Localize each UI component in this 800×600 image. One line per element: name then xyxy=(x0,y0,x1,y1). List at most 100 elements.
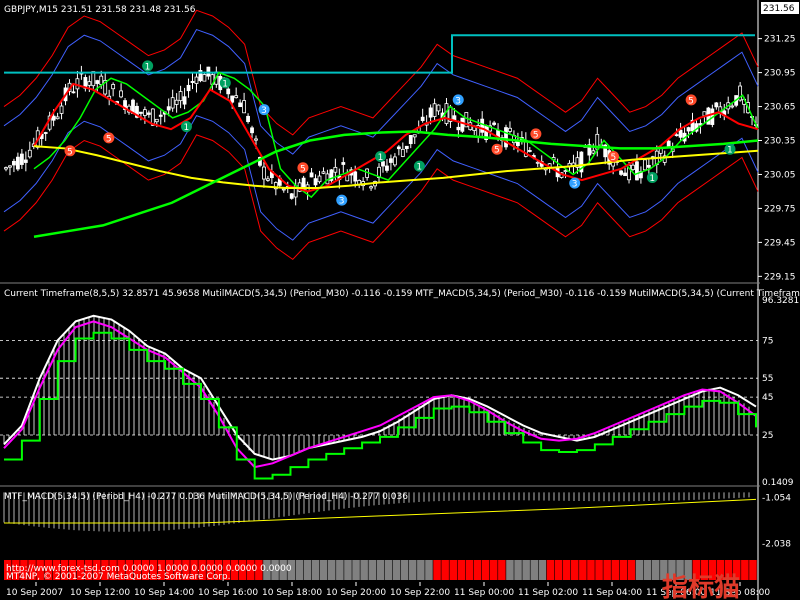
signal-number: 3 xyxy=(261,106,267,116)
osc-tick-label: 55 xyxy=(762,374,773,384)
strip-cell xyxy=(635,560,644,580)
candle-body xyxy=(16,156,20,170)
macd-tick-label: -2.038 xyxy=(762,540,791,550)
candle-body xyxy=(646,164,651,168)
candle-body xyxy=(631,164,635,171)
candle-body xyxy=(230,95,235,103)
candle-body xyxy=(428,107,433,118)
candle-body xyxy=(678,129,683,138)
candle-body xyxy=(166,106,171,111)
main-plot: 5 5 1 1 1 3 5 3 1 1 3 5 5 3 5 1 5 1 xyxy=(3,9,759,261)
candle-body xyxy=(238,102,243,108)
candle-body xyxy=(250,127,254,134)
candle-body xyxy=(527,150,532,152)
strip-cell xyxy=(360,560,368,580)
strip-cell xyxy=(368,560,376,580)
signal-number: 1 xyxy=(222,79,228,89)
strip-cell xyxy=(376,560,385,580)
strip-cell xyxy=(579,560,587,580)
candle-body xyxy=(111,84,116,90)
y-tick-label: 230.35 xyxy=(764,137,796,147)
x-tick-label: 10 Sep 20:00 xyxy=(326,588,386,598)
strip-cell xyxy=(465,560,474,580)
signal-number: 3 xyxy=(455,96,461,106)
strip-cell xyxy=(473,560,482,580)
x-axis: 10 Sep 2007 10 Sep 12:00 10 Sep 14:00 10 Se… xyxy=(6,582,770,598)
strip-cell xyxy=(595,560,603,580)
candle-body xyxy=(194,76,199,84)
strip-cell xyxy=(741,560,749,580)
strip-cell xyxy=(425,560,433,580)
candle-body xyxy=(535,161,540,164)
price-tag: 231.56 xyxy=(763,4,795,14)
strip-cell xyxy=(311,560,320,580)
candle-body xyxy=(174,99,179,105)
candle-body xyxy=(170,97,175,109)
strip-cell xyxy=(328,560,336,580)
candle-body xyxy=(714,102,719,108)
candle-body xyxy=(4,167,8,170)
candle-body xyxy=(12,160,16,166)
oscillator-y-axis: 96.3281 75 55 45 25 0.1409 xyxy=(762,296,799,488)
candle-body xyxy=(234,95,239,99)
y-tick-label: 229.75 xyxy=(764,204,796,214)
candle-body xyxy=(313,178,318,186)
candle-body xyxy=(420,116,425,121)
candle-body xyxy=(226,88,231,95)
candle-body xyxy=(674,134,679,137)
strip-cell xyxy=(490,560,498,580)
osc-green-step xyxy=(4,331,757,480)
x-tick-label: 10 Sep 16:00 xyxy=(198,588,258,598)
strip-cell xyxy=(587,560,595,580)
candle-body xyxy=(341,162,346,165)
strip-cell xyxy=(749,560,757,580)
candle-body xyxy=(353,171,358,182)
strip-cell xyxy=(611,560,619,580)
signal-number: 1 xyxy=(145,62,151,72)
candle-body xyxy=(190,80,195,83)
strip-cell xyxy=(652,560,660,580)
macd-tick-label: -1.054 xyxy=(762,493,791,503)
candle-body xyxy=(385,165,389,171)
candle-body xyxy=(392,156,397,166)
candle-body xyxy=(158,114,163,117)
x-tick-label: 10 Sep 2007 xyxy=(6,588,63,598)
y-tick-label: 230.65 xyxy=(764,103,796,113)
candle-body xyxy=(508,127,512,132)
signal-number: 5 xyxy=(300,164,306,174)
signal-number: 5 xyxy=(611,153,617,163)
candle-body xyxy=(139,111,143,114)
forex-chart: GBPJPY,M15 231.51 231.58 231.48 231.56 2… xyxy=(0,0,800,600)
candle-body xyxy=(389,158,393,163)
x-tick-label: 10 Sep 18:00 xyxy=(262,588,322,598)
price-series-line xyxy=(33,130,759,238)
candle-body xyxy=(317,175,322,183)
candle-body xyxy=(91,71,96,87)
strip-cell xyxy=(352,560,360,580)
y-tick-label: 229.15 xyxy=(764,272,796,282)
candle-body xyxy=(182,96,187,105)
candle-body xyxy=(591,150,596,154)
candle-body xyxy=(408,134,413,145)
strip-cell xyxy=(433,560,441,580)
candle-body xyxy=(266,178,270,181)
candle-body xyxy=(254,138,258,141)
candle-body xyxy=(99,75,104,86)
candle-body xyxy=(730,105,735,108)
strip-cell xyxy=(400,560,409,580)
strip-cell xyxy=(392,560,401,580)
signal-number: 5 xyxy=(106,134,112,144)
candle-body xyxy=(8,165,12,168)
signal-number: 5 xyxy=(494,146,500,156)
candle-body xyxy=(333,166,338,173)
osc-series-line xyxy=(3,320,757,469)
candle-body xyxy=(23,159,28,163)
candle-body xyxy=(202,74,207,82)
x-tick-label: 10 Sep 22:00 xyxy=(390,588,450,598)
strip-cell xyxy=(546,560,555,580)
candle-body xyxy=(119,90,123,98)
signal-number: 3 xyxy=(572,180,578,190)
signal-number: 1 xyxy=(727,146,733,156)
candle-body xyxy=(492,122,496,125)
candle-body xyxy=(396,146,401,150)
